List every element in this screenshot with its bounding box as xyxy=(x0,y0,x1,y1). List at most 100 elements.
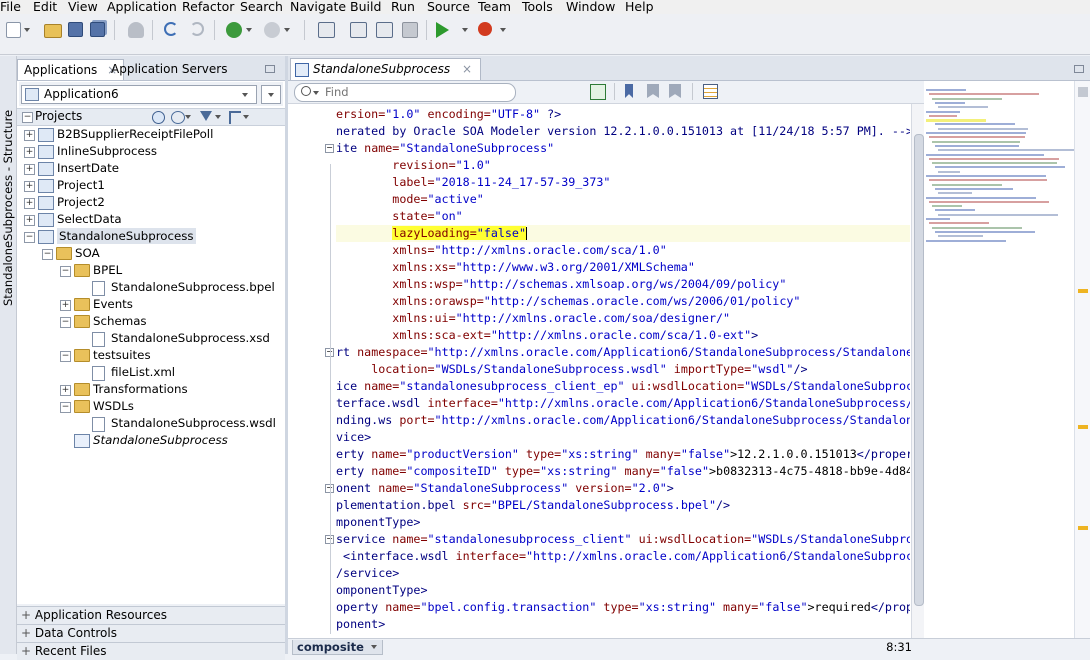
code-line[interactable]: label="2018-11-24_17-57-39_373" xyxy=(336,174,610,191)
tree-node[interactable]: StandaloneSubprocess.xsd xyxy=(17,330,285,347)
expand-icon[interactable]: + xyxy=(24,215,35,226)
chevron-down-icon[interactable] xyxy=(215,115,221,119)
section-application-resources[interactable]: + Application Resources xyxy=(17,606,285,624)
tree-node[interactable]: + Project2 xyxy=(17,194,285,211)
code-line[interactable]: xmlns:ui="http://xmlns.oracle.com/soa/de… xyxy=(336,310,730,327)
sync-icon[interactable] xyxy=(171,111,185,124)
code-line[interactable]: xmlns:orawsp="http://schemas.oracle.com/… xyxy=(336,293,800,310)
tree-node[interactable]: StandaloneSubprocess.bpel xyxy=(17,279,285,296)
tree-node[interactable]: fileList.xml xyxy=(17,364,285,381)
chevron-down-icon[interactable] xyxy=(24,28,30,32)
chevron-down-icon[interactable] xyxy=(500,28,506,32)
chevron-down-icon[interactable] xyxy=(462,28,468,32)
code-line[interactable]: mponentType> xyxy=(336,514,420,531)
expand-icon[interactable]: + xyxy=(60,385,71,396)
vertical-scrollbar[interactable] xyxy=(911,104,924,638)
tree-node[interactable]: − Schemas xyxy=(17,313,285,330)
menu-source[interactable]: Source xyxy=(427,0,470,14)
fold-toggle-icon[interactable]: − xyxy=(325,144,334,153)
code-line[interactable]: nerated by Oracle SOA Modeler version 12… xyxy=(336,123,910,140)
expand-icon[interactable]: + xyxy=(24,147,35,158)
chevron-down-icon[interactable] xyxy=(370,645,377,649)
clean-icon[interactable] xyxy=(402,22,418,38)
collapse-icon[interactable]: − xyxy=(42,249,53,260)
warning-marker[interactable] xyxy=(1078,526,1088,530)
tab-standalonesubprocess[interactable]: StandaloneSubprocess × xyxy=(290,58,482,80)
collapse-icon[interactable]: − xyxy=(24,232,35,243)
tree-node[interactable]: + Project1 xyxy=(17,177,285,194)
code-line[interactable]: xmlns="http://xmlns.oracle.com/sca/1.0" xyxy=(336,242,666,259)
undo-icon[interactable] xyxy=(164,22,178,36)
menu-team[interactable]: Team xyxy=(478,0,511,14)
deploy-soa-icon[interactable] xyxy=(318,22,335,38)
menu-view[interactable]: View xyxy=(68,0,98,14)
tab-application-servers[interactable]: Application Servers xyxy=(105,59,233,79)
bookmark-icon[interactable] xyxy=(625,84,633,98)
tree-node[interactable]: − StandaloneSubprocess xyxy=(17,228,285,245)
code-line[interactable]: service name="standalonesubprocess_clien… xyxy=(336,531,910,548)
code-line[interactable]: /service> xyxy=(336,565,399,582)
tree-node[interactable]: + InsertDate xyxy=(17,160,285,177)
tree-node[interactable]: − testsuites xyxy=(17,347,285,364)
menu-application[interactable]: Application xyxy=(107,0,177,14)
tree-node[interactable]: + InlineSubprocess xyxy=(17,143,285,160)
code-line[interactable]: terface.wsdl interface="http://xmlns.ora… xyxy=(336,395,910,412)
code-line[interactable]: ite name="StandaloneSubprocess" xyxy=(336,140,554,157)
warning-marker[interactable] xyxy=(1078,289,1088,293)
application-selector[interactable]: Application6 xyxy=(21,85,257,104)
expand-icon[interactable]: + xyxy=(24,181,35,192)
tree-node[interactable]: + Transformations xyxy=(17,381,285,398)
code-line[interactable]: mode="active" xyxy=(336,191,483,208)
code-line[interactable]: plementation.bpel src="BPEL/StandaloneSu… xyxy=(336,497,730,514)
menu-window[interactable]: Window xyxy=(566,0,615,14)
code-line[interactable]: xmlns:xs="http://www.w3.org/2001/XMLSche… xyxy=(336,259,695,276)
collapse-icon[interactable]: − xyxy=(22,112,33,123)
menu-help[interactable]: Help xyxy=(625,0,654,14)
make-icon[interactable] xyxy=(350,22,367,38)
collapse-icon[interactable]: − xyxy=(60,351,71,362)
menu-build[interactable]: Build xyxy=(350,0,381,14)
new-file-icon[interactable] xyxy=(6,22,21,38)
tree-node[interactable]: StandaloneSubprocess.wsdl xyxy=(17,415,285,432)
code-line[interactable]: <interface.wsdl interface="http://xmlns.… xyxy=(336,548,910,565)
tree-node[interactable]: − WSDLs xyxy=(17,398,285,415)
composite-tab[interactable]: composite xyxy=(292,640,383,655)
next-bookmark-icon[interactable] xyxy=(669,84,681,98)
filter-icon[interactable] xyxy=(200,111,212,121)
close-icon[interactable]: × xyxy=(462,62,472,76)
expand-icon[interactable]: + xyxy=(60,300,71,311)
run-icon[interactable] xyxy=(436,22,449,38)
menu-refactor[interactable]: Refactor xyxy=(182,0,234,14)
previous-bookmark-icon[interactable] xyxy=(647,84,659,98)
code-line[interactable]: ersion="1.0" encoding="UTF-8" ?> xyxy=(336,106,561,123)
code-line[interactable]: erty name="compositeID" type="xs:string"… xyxy=(336,463,910,480)
structure-strip[interactable]: StandaloneSubprocess - Structure xyxy=(0,56,17,654)
code-line[interactable]: nding.ws port="http://xmlns.oracle.com/A… xyxy=(336,412,910,429)
view-options-icon[interactable] xyxy=(229,111,241,124)
expand-icon[interactable]: + xyxy=(24,130,35,141)
tree-node[interactable]: StandaloneSubprocess xyxy=(17,432,285,449)
collapse-icon[interactable]: − xyxy=(60,317,71,328)
code-line[interactable]: state="on" xyxy=(336,208,462,225)
menu-edit[interactable]: Edit xyxy=(33,0,57,14)
projects-header[interactable]: − Projects xyxy=(17,108,285,126)
chevron-down-icon[interactable] xyxy=(243,115,249,119)
shield-icon[interactable] xyxy=(128,22,144,38)
code-line[interactable]: erty name="productVersion" type="xs:stri… xyxy=(336,446,910,463)
redo-icon[interactable] xyxy=(190,22,204,36)
search-icon[interactable] xyxy=(152,111,165,124)
save-icon[interactable] xyxy=(68,22,83,37)
chevron-down-icon[interactable] xyxy=(246,28,252,32)
code-line[interactable]: location="WSDLs/StandaloneSubprocess.wsd… xyxy=(336,361,807,378)
validate-icon[interactable] xyxy=(590,84,606,100)
menu-navigate[interactable]: Navigate xyxy=(290,0,346,14)
chevron-down-icon[interactable] xyxy=(185,115,191,119)
debug-icon[interactable] xyxy=(478,22,492,36)
code-line[interactable]: xmlns:wsp="http://schemas.xmlsoap.org/ws… xyxy=(336,276,786,293)
tree-node[interactable]: + Events xyxy=(17,296,285,313)
code-line[interactable]: onent name="StandaloneSubprocess" versio… xyxy=(336,480,674,497)
application-menu-button[interactable] xyxy=(261,85,281,104)
scrollbar-thumb[interactable] xyxy=(914,134,924,606)
collapse-icon[interactable]: − xyxy=(60,266,71,277)
chevron-down-icon[interactable] xyxy=(284,28,290,32)
